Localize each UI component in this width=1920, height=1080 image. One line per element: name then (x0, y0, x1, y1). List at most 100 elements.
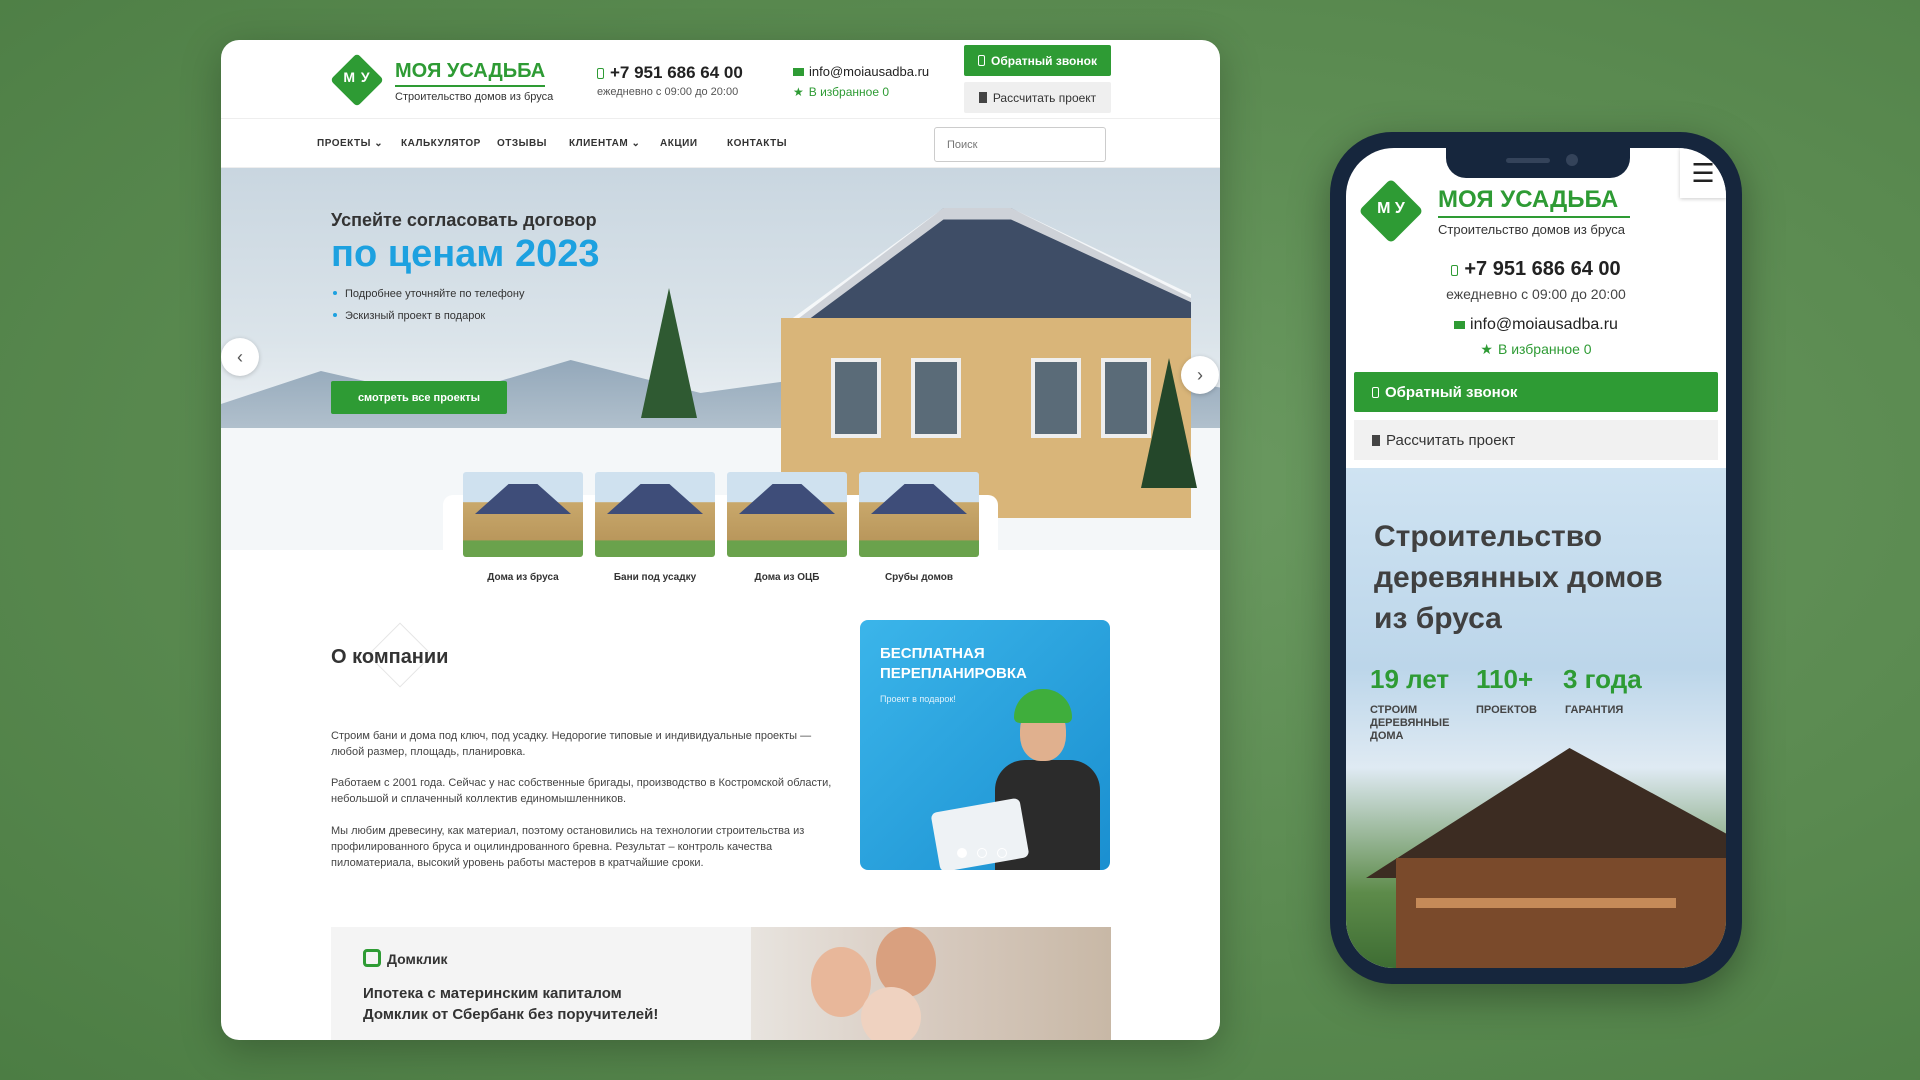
logo-underline (1438, 216, 1630, 218)
favorites-label[interactable]: В избранное 0 (809, 85, 889, 99)
mortgage-banner[interactable]: Домклик Ипотека с материнским капиталом … (331, 927, 1111, 1040)
mobile-hero: Строительство деревянных домов из бруса … (1346, 468, 1726, 968)
about-paragraph: Работаем с 2001 года. Сейчас у нас собст… (331, 777, 832, 805)
category-label[interactable]: Дома из ОЦБ (727, 572, 847, 583)
callback-label: Обратный звонок (1385, 383, 1518, 401)
logo-subtitle: Строительство домов из бруса (1438, 222, 1626, 237)
category-thumb-saunas[interactable] (595, 472, 715, 557)
stat-label: ПРОЕКТОВ (1476, 704, 1537, 716)
hero-title: Успейте согласовать договор (331, 210, 597, 230)
hero-bullet: Эскизный проект в подарок (333, 310, 485, 322)
category-label[interactable]: Бани под усадку (595, 572, 715, 583)
favorites-link[interactable]: ★ В избранное 0 (793, 85, 889, 99)
phone-icon (1372, 386, 1379, 398)
slide-dot-active[interactable] (957, 848, 967, 858)
slide-dot[interactable] (977, 848, 987, 858)
hero-bullet-text: Подробнее уточняйте по телефону (345, 288, 525, 300)
chevron-right-icon[interactable]: › (1181, 356, 1219, 394)
phone-icon (597, 68, 604, 79)
hero-bullet: Подробнее уточняйте по телефону (333, 288, 524, 300)
category-thumb-ocb[interactable] (727, 472, 847, 557)
star-icon: ★ (793, 85, 804, 99)
hero-slider: Успейте согласовать договор по ценам 202… (221, 168, 1220, 550)
calculate-label: Рассчитать проект (992, 90, 1097, 105)
callback-label: Обратный звонок (991, 53, 1097, 68)
menu-icon[interactable]: ☰ (1680, 148, 1726, 198)
hero-highlight: по ценам 2023 (331, 233, 600, 275)
phone-number[interactable]: +7 951 686 64 00 (610, 63, 743, 82)
header-phone[interactable]: +7 951 686 64 00 (597, 63, 743, 83)
header-phone[interactable]: +7 951 686 64 00 (1346, 258, 1726, 281)
logo-icon[interactable]: М У (1358, 178, 1424, 244)
site-header: М У МОЯ УСАДЬБА Строительство домов из б… (221, 40, 1220, 118)
banner-headline: Домклик от Сбербанк без поручителей! (363, 1006, 659, 1023)
about-paragraph: Строим бани и дома под ключ, под усадку.… (331, 730, 812, 758)
view-projects-button[interactable]: смотреть все проекты (331, 381, 507, 414)
house-image (1366, 748, 1726, 968)
favorites-label[interactable]: В избранное 0 (1498, 341, 1592, 357)
mail-icon (793, 68, 804, 76)
stat-label: СТРОИМ ДЕРЕВЯННЫЕ ДОМА (1370, 704, 1450, 742)
chevron-left-icon[interactable]: ‹ (221, 338, 259, 376)
header-email[interactable]: info@moiausadba.ru (793, 64, 929, 79)
stat-value: 19 лет (1370, 664, 1450, 694)
slide-dot[interactable] (997, 848, 1007, 858)
family-photo (751, 927, 1111, 1040)
nav-item-calculator[interactable]: КАЛЬКУЛЯТОР (401, 138, 481, 149)
hero-bullet-text: Эскизный проект в подарок (345, 310, 486, 322)
nav-item-promotions[interactable]: АКЦИИ (660, 138, 698, 149)
phone-mockup: М У МОЯ УСАДЬБА Строительство домов из б… (1330, 132, 1742, 984)
banner-headline: Ипотека с материнским капиталом (363, 985, 622, 1002)
calculator-icon (1372, 434, 1380, 446)
tree-image (641, 288, 697, 418)
header-hours: ежедневно с 09:00 до 20:00 (1446, 286, 1626, 302)
stat-value: 3 года (1563, 664, 1642, 694)
phone-icon (1451, 265, 1459, 276)
about-paragraph: Мы любим древесину, как материал, поэтом… (331, 825, 805, 869)
email-address[interactable]: info@moiausadba.ru (809, 64, 929, 79)
calculate-button[interactable]: Рассчитать проект (1354, 420, 1718, 460)
mail-icon (1454, 321, 1466, 329)
callback-button[interactable]: Обратный звонок (964, 45, 1111, 76)
logo-subtitle: Строительство домов из бруса (395, 91, 554, 103)
calculate-button[interactable]: Рассчитать проект (964, 82, 1111, 113)
stat-value: 110+ (1476, 664, 1534, 694)
calculate-label: Рассчитать проект (1386, 431, 1516, 449)
nav-item-projects[interactable]: ПРОЕКТЫ ⌄ (317, 138, 383, 149)
promo-subtitle: Проект в подарок! (880, 694, 956, 704)
header-email[interactable]: info@moiausadba.ru (1346, 316, 1726, 334)
stat-label: ГАРАНТИЯ (1565, 704, 1624, 716)
logo-title[interactable]: МОЯ УСАДЬБА (1438, 186, 1618, 214)
logo-title[interactable]: МОЯ УСАДЬБА (395, 60, 545, 83)
hero-title: Строительство деревянных домов из бруса (1374, 520, 1663, 635)
nav-item-clients[interactable]: КЛИЕНТАМ ⌄ (569, 138, 640, 149)
logo-mark-text: М У (343, 69, 371, 85)
nav-item-reviews[interactable]: ОТЗЫВЫ (497, 138, 547, 149)
desktop-mockup: М У МОЯ УСАДЬБА Строительство домов из б… (221, 40, 1220, 1040)
search-input[interactable] (934, 127, 1106, 162)
logo-icon[interactable]: М У (330, 53, 384, 107)
favorites-link[interactable]: ★ В избранное 0 (1346, 341, 1726, 358)
star-icon: ★ (1480, 341, 1493, 357)
email-address[interactable]: info@moiausadba.ru (1470, 316, 1618, 333)
category-label[interactable]: Дома из бруса (463, 572, 583, 583)
category-label[interactable]: Срубы домов (859, 572, 979, 583)
category-thumb-log[interactable] (859, 472, 979, 557)
phone-screen: М У МОЯ УСАДЬБА Строительство домов из б… (1346, 148, 1726, 968)
nav-item-contacts[interactable]: КОНТАКТЫ (727, 138, 787, 149)
logo-mark-text: М У (1377, 200, 1405, 217)
about-title: О компании (331, 646, 449, 668)
callback-button[interactable]: Обратный звонок (1354, 372, 1718, 412)
calculator-icon (978, 92, 987, 103)
header-hours: ежедневно с 09:00 до 20:00 (597, 86, 739, 98)
phone-notch (1446, 148, 1630, 178)
domclick-icon (363, 949, 381, 967)
logo-underline (395, 85, 545, 87)
phone-number[interactable]: +7 951 686 64 00 (1464, 258, 1620, 280)
builder-image (930, 675, 1100, 870)
promo-card[interactable]: БЕСПЛАТНАЯ ПЕРЕПЛАНИРОВКА Проект в подар… (860, 620, 1110, 870)
domclick-logo: Домклик (363, 949, 448, 967)
category-thumb-houses[interactable] (463, 472, 583, 557)
domclick-brand: Домклик (387, 951, 448, 967)
phone-icon (978, 55, 986, 66)
